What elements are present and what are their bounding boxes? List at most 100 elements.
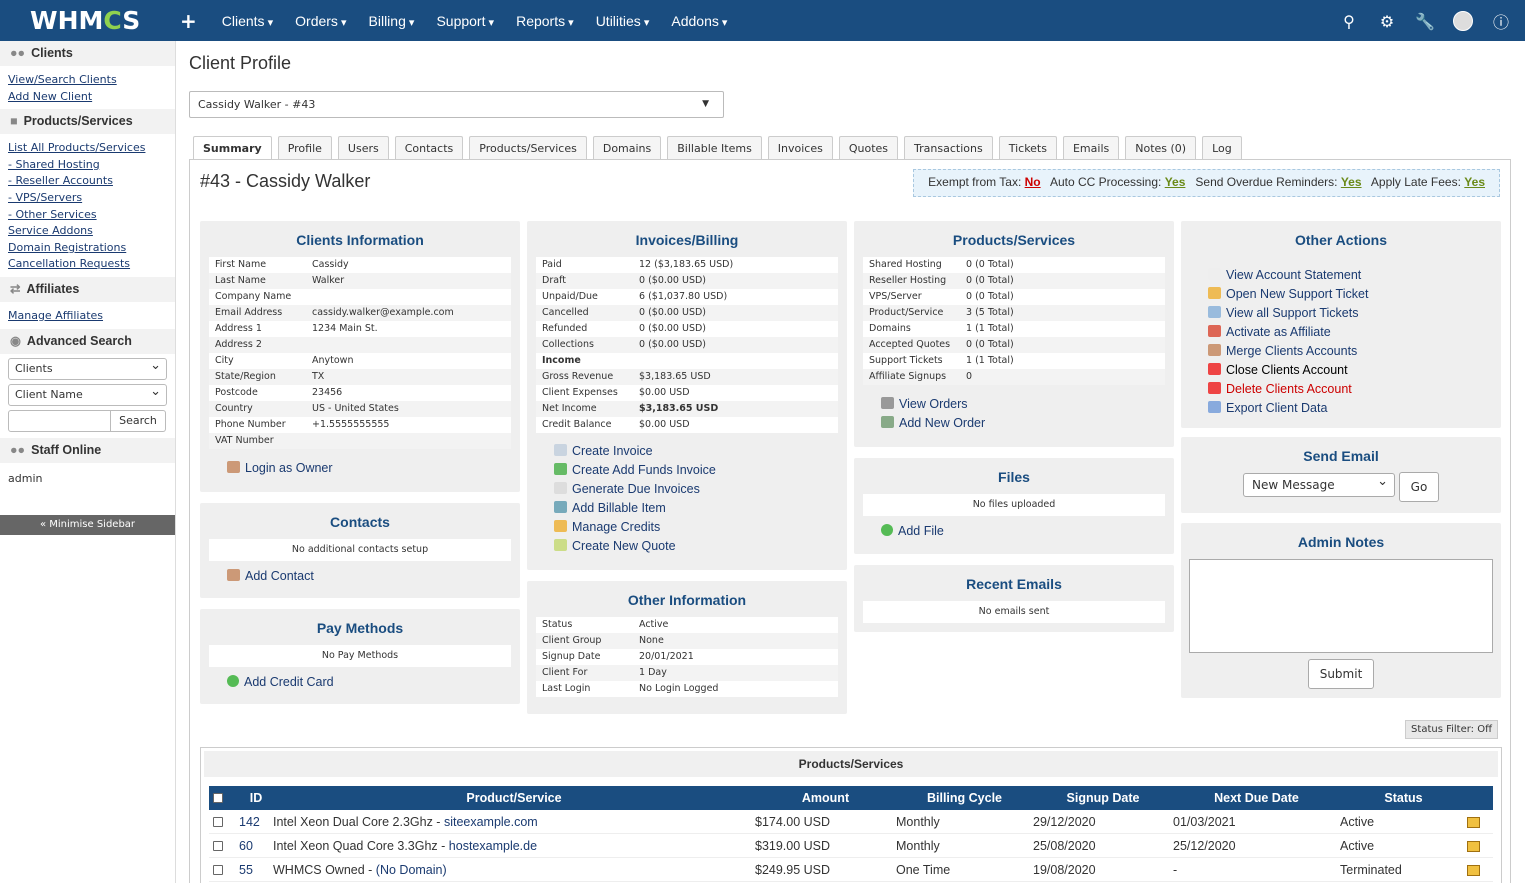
tab-notes[interactable]: Notes (0) xyxy=(1125,136,1197,159)
edit-icon[interactable] xyxy=(1467,817,1480,828)
action-link[interactable]: Create Add Funds Invoice xyxy=(554,461,847,480)
tab-log[interactable]: Log xyxy=(1202,136,1242,159)
main-nav: Clients Orders Billing Support Reports U… xyxy=(211,13,739,29)
tab-contacts[interactable]: Contacts xyxy=(394,136,464,159)
client-select[interactable]: Cassidy Walker - #43 xyxy=(189,91,724,118)
avatar[interactable] xyxy=(1453,11,1473,31)
sidebar-link-shared-hosting[interactable]: - Shared Hosting xyxy=(8,157,167,174)
action-link[interactable]: Add New Order xyxy=(881,414,1174,433)
col-next-due-date[interactable]: Next Due Date xyxy=(1173,786,1340,810)
service-id[interactable]: 142 xyxy=(239,810,273,833)
search-icon[interactable]: ⚲ xyxy=(1339,12,1359,31)
action-link[interactable]: Create Invoice xyxy=(554,442,847,461)
login-as-owner-action[interactable]: Login as Owner xyxy=(227,459,520,478)
col-billing-cycle[interactable]: Billing Cycle xyxy=(896,786,1033,810)
nav-billing[interactable]: Billing xyxy=(369,13,415,29)
tab-tickets[interactable]: Tickets xyxy=(998,136,1057,159)
service-next-due: 01/03/2021 xyxy=(1173,815,1236,829)
minimise-sidebar-button[interactable]: « Minimise Sidebar xyxy=(0,515,175,535)
col-amount[interactable]: Amount xyxy=(755,786,896,810)
action-link[interactable]: View Orders xyxy=(881,395,1174,414)
row-checkbox[interactable] xyxy=(213,865,223,875)
select-all-checkbox[interactable] xyxy=(213,793,223,803)
action-link[interactable]: Merge Clients Accounts xyxy=(1208,342,1501,361)
service-id[interactable]: 60 xyxy=(239,834,273,857)
action-link[interactable]: Activate as Affiliate xyxy=(1208,323,1501,342)
nav-orders[interactable]: Orders xyxy=(295,13,346,29)
sidebar-link-domain-registrations[interactable]: Domain Registrations xyxy=(8,240,167,257)
service-domain-link[interactable]: siteexample.com xyxy=(444,815,538,829)
whmcs-logo[interactable]: WHMCS xyxy=(0,6,148,35)
action-link[interactable]: Add Billable Item xyxy=(554,499,847,518)
service-domain-link[interactable]: hostexample.de xyxy=(449,839,537,853)
tab-billable-items[interactable]: Billable Items xyxy=(667,136,762,159)
row-checkbox[interactable] xyxy=(213,817,223,827)
late-fees-toggle[interactable]: Yes xyxy=(1464,175,1485,189)
action-icon xyxy=(1208,401,1221,413)
sidebar-link-other-services[interactable]: - Other Services xyxy=(8,207,167,224)
tab-summary[interactable]: Summary xyxy=(193,136,272,160)
tab-domains[interactable]: Domains xyxy=(592,136,662,159)
service-status: Active xyxy=(1340,815,1375,829)
sidebar-link-manage-affiliates[interactable]: Manage Affiliates xyxy=(8,308,167,325)
add-file-action[interactable]: Add File xyxy=(881,522,1174,541)
nav-support[interactable]: Support xyxy=(436,13,494,29)
tab-users[interactable]: Users xyxy=(337,136,389,159)
tab-quotes[interactable]: Quotes xyxy=(838,136,899,159)
tab-products-services[interactable]: Products/Services xyxy=(469,136,587,159)
action-link[interactable]: View Account Statement xyxy=(1208,266,1501,285)
nav-addons[interactable]: Addons xyxy=(671,13,727,29)
action-link[interactable]: Create New Quote xyxy=(554,537,847,556)
tab-invoices[interactable]: Invoices xyxy=(767,136,833,159)
service-id[interactable]: 55 xyxy=(239,858,273,881)
nav-clients[interactable]: Clients xyxy=(222,13,273,29)
col-status[interactable]: Status xyxy=(1340,786,1467,810)
col-signup-date[interactable]: Signup Date xyxy=(1033,786,1173,810)
search-field-select[interactable]: Client Name xyxy=(8,383,167,406)
nav-utilities[interactable]: Utilities xyxy=(596,13,650,29)
panel-title: Products/Services xyxy=(952,232,1076,248)
tab-profile[interactable]: Profile xyxy=(277,136,332,159)
search-type-select[interactable]: Clients xyxy=(8,357,167,380)
send-email-go-button[interactable]: Go xyxy=(1399,472,1439,502)
col-id[interactable]: ID xyxy=(239,786,273,810)
service-signup-date: 25/08/2020 xyxy=(1033,839,1096,853)
action-link[interactable]: Generate Due Invoices xyxy=(554,480,847,499)
search-input[interactable] xyxy=(8,409,111,432)
add-credit-card-action[interactable]: Add Credit Card xyxy=(227,673,520,692)
wrench-icon[interactable]: 🔧 xyxy=(1415,12,1435,31)
help-icon[interactable]: ⓘ xyxy=(1491,9,1511,33)
sidebar-link-reseller[interactable]: - Reseller Accounts xyxy=(8,173,167,190)
quick-add-button[interactable]: + xyxy=(180,9,197,33)
action-link[interactable]: View all Support Tickets xyxy=(1208,304,1501,323)
service-domain-link[interactable]: (No Domain) xyxy=(376,863,447,877)
tab-emails[interactable]: Emails xyxy=(1062,136,1120,159)
edit-icon[interactable] xyxy=(1467,865,1480,876)
action-link[interactable]: Delete Clients Account xyxy=(1208,380,1501,399)
nav-reports[interactable]: Reports xyxy=(516,13,574,29)
tax-exempt-toggle[interactable]: No xyxy=(1025,175,1041,189)
edit-icon[interactable] xyxy=(1467,841,1480,852)
action-link[interactable]: Close Clients Account xyxy=(1208,361,1501,380)
admin-notes-submit-button[interactable]: Submit xyxy=(1308,659,1374,689)
add-contact-action[interactable]: Add Contact xyxy=(227,567,520,586)
col-product[interactable]: Product/Service xyxy=(273,786,755,810)
auto-cc-toggle[interactable]: Yes xyxy=(1165,175,1186,189)
search-button[interactable]: Search xyxy=(111,409,166,432)
sidebar-link-cancellation[interactable]: Cancellation Requests xyxy=(8,256,167,273)
overdue-reminders-toggle[interactable]: Yes xyxy=(1341,175,1362,189)
action-link[interactable]: Export Client Data xyxy=(1208,399,1501,418)
tab-transactions[interactable]: Transactions xyxy=(904,136,993,159)
sidebar-link-view-clients[interactable]: View/Search Clients xyxy=(8,72,167,89)
sidebar-link-all-products[interactable]: List All Products/Services xyxy=(8,140,167,157)
gears-icon[interactable]: ⚙ xyxy=(1377,12,1397,31)
status-filter-button[interactable]: Status Filter: Off xyxy=(1405,720,1498,739)
action-link[interactable]: Open New Support Ticket xyxy=(1208,285,1501,304)
sidebar-link-vps[interactable]: - VPS/Servers xyxy=(8,190,167,207)
action-link[interactable]: Manage Credits xyxy=(554,518,847,537)
sidebar-link-service-addons[interactable]: Service Addons xyxy=(8,223,167,240)
email-template-select[interactable]: New Message xyxy=(1243,473,1395,497)
row-checkbox[interactable] xyxy=(213,841,223,851)
admin-notes-textarea[interactable] xyxy=(1189,559,1493,653)
sidebar-link-add-client[interactable]: Add New Client xyxy=(8,89,167,106)
